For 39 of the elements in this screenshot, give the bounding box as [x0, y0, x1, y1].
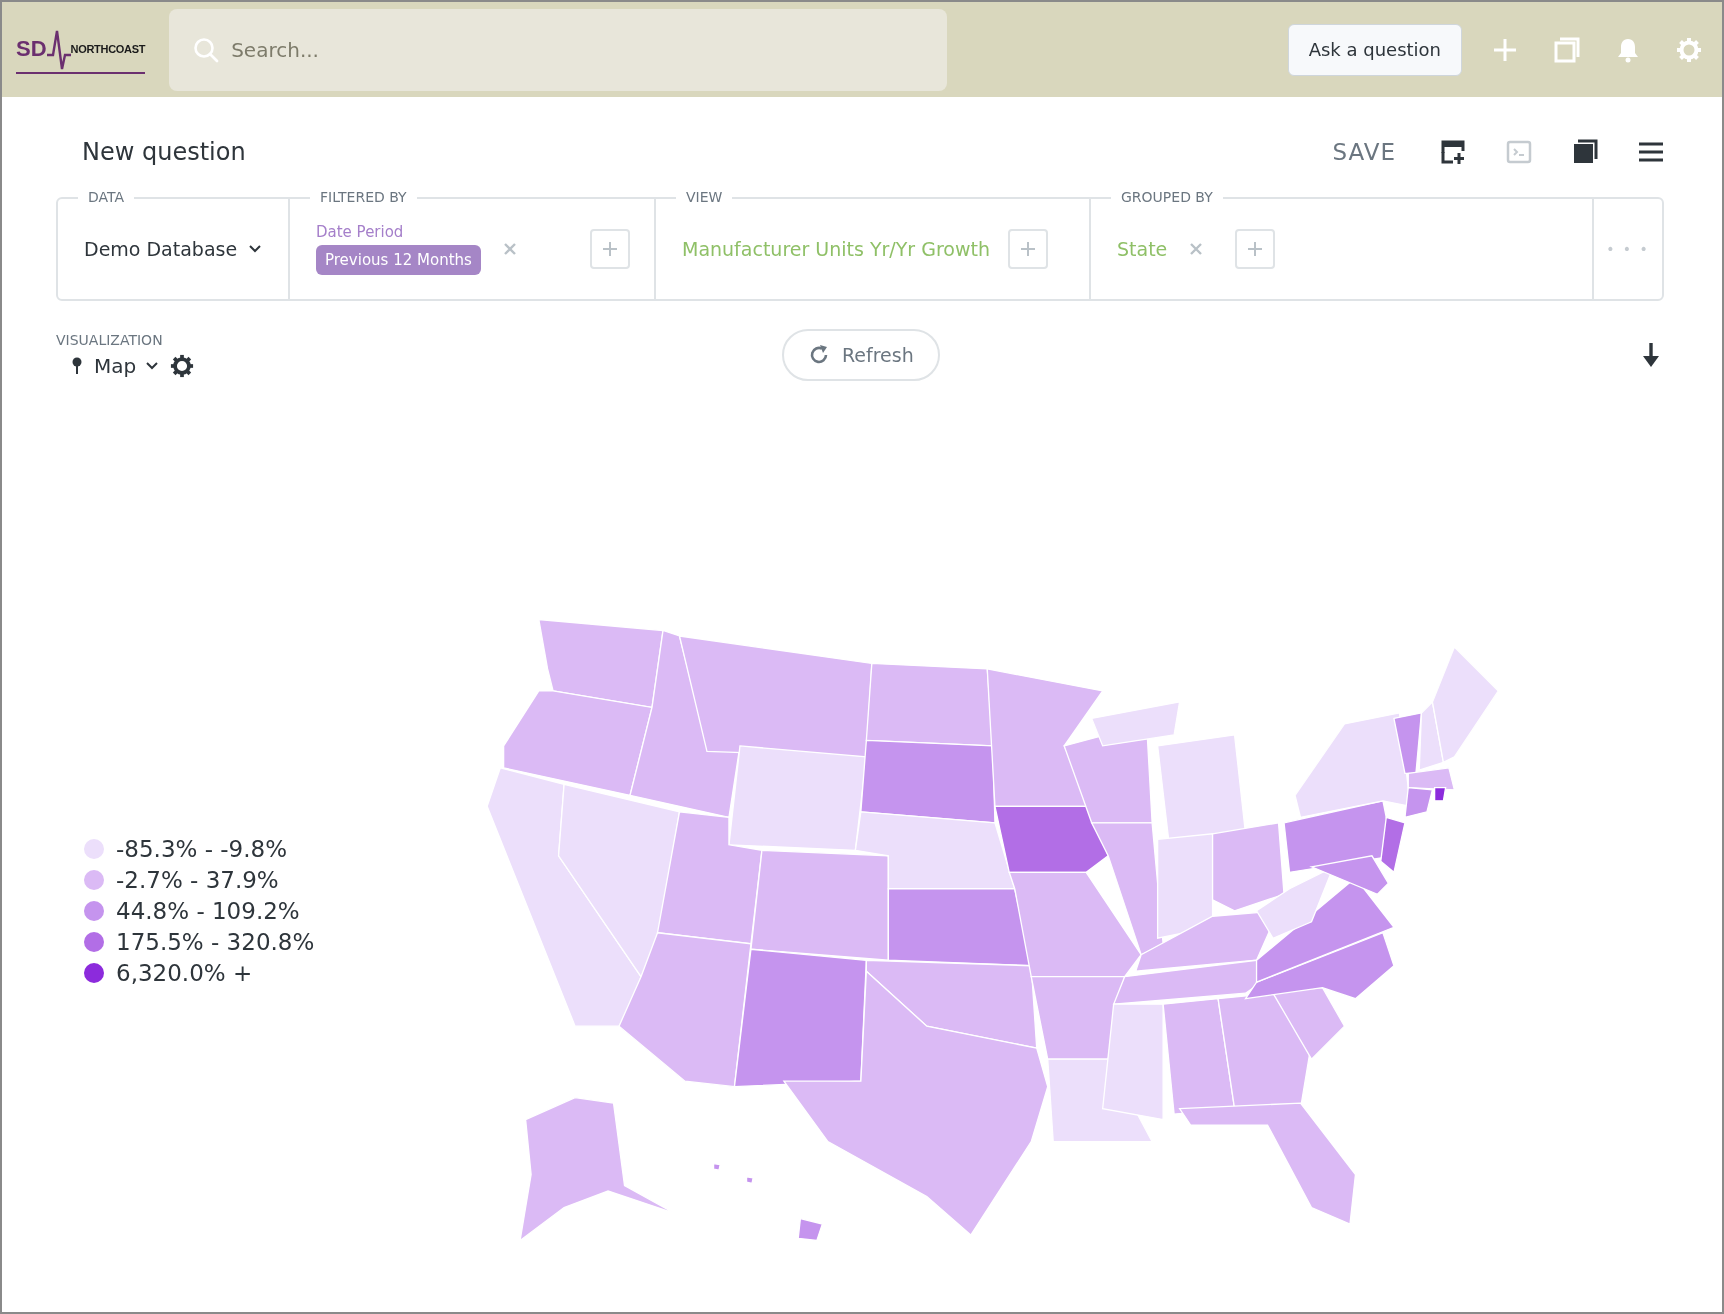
console-icon[interactable]	[1506, 139, 1532, 165]
refresh-button[interactable]: Refresh	[782, 329, 940, 381]
save-button[interactable]: SAVE	[1332, 139, 1396, 165]
database-dropdown[interactable]: Demo Database	[84, 238, 262, 260]
download-icon[interactable]	[1642, 342, 1660, 368]
chevron-down-icon	[249, 245, 262, 253]
legend-label: -85.3% - -9.8%	[116, 836, 288, 862]
section-label: DATA	[78, 189, 135, 205]
bell-icon[interactable]	[1616, 36, 1640, 63]
section-label: FILTERED BY	[310, 189, 417, 205]
settings-icon[interactable]	[170, 354, 195, 378]
plus-icon[interactable]	[1492, 36, 1518, 63]
question-title: New question	[82, 138, 246, 166]
menu-icon[interactable]	[1638, 141, 1664, 163]
logo-mark: SD	[16, 35, 47, 62]
visualization-label: VISUALIZATION	[56, 332, 164, 348]
legend-label: 6,320.0% +	[116, 960, 253, 986]
notebook-icon[interactable]	[1572, 139, 1598, 165]
legend-label: 175.5% - 320.8%	[116, 929, 315, 955]
pin-icon	[72, 357, 82, 375]
add-icon[interactable]	[1235, 229, 1276, 269]
refresh-icon	[808, 344, 830, 366]
legend-label: 44.8% - 109.2%	[116, 898, 300, 924]
add-icon[interactable]	[1008, 229, 1048, 269]
chevron-down-icon	[146, 362, 159, 370]
legend-label: -2.7% - 37.9%	[116, 867, 279, 893]
collection-icon[interactable]	[1554, 36, 1580, 63]
visualization-type-dropdown[interactable]: Map	[94, 354, 159, 378]
remove-icon[interactable]	[1189, 242, 1204, 256]
add-icon[interactable]	[590, 229, 630, 269]
search-field[interactable]: Search...	[169, 8, 948, 91]
ask-question-button[interactable]: Ask a question	[1287, 23, 1462, 76]
logo-text: NORTHCOAST	[70, 42, 146, 55]
filter-field-label: Date Period	[316, 223, 405, 241]
section-label: VIEW	[676, 189, 733, 205]
section-label: GROUPED BY	[1111, 189, 1223, 205]
remove-icon[interactable]	[502, 242, 517, 256]
filter-pill[interactable]: Previous 12 Months	[316, 245, 481, 275]
add-to-dashboard-icon[interactable]	[1440, 139, 1466, 165]
